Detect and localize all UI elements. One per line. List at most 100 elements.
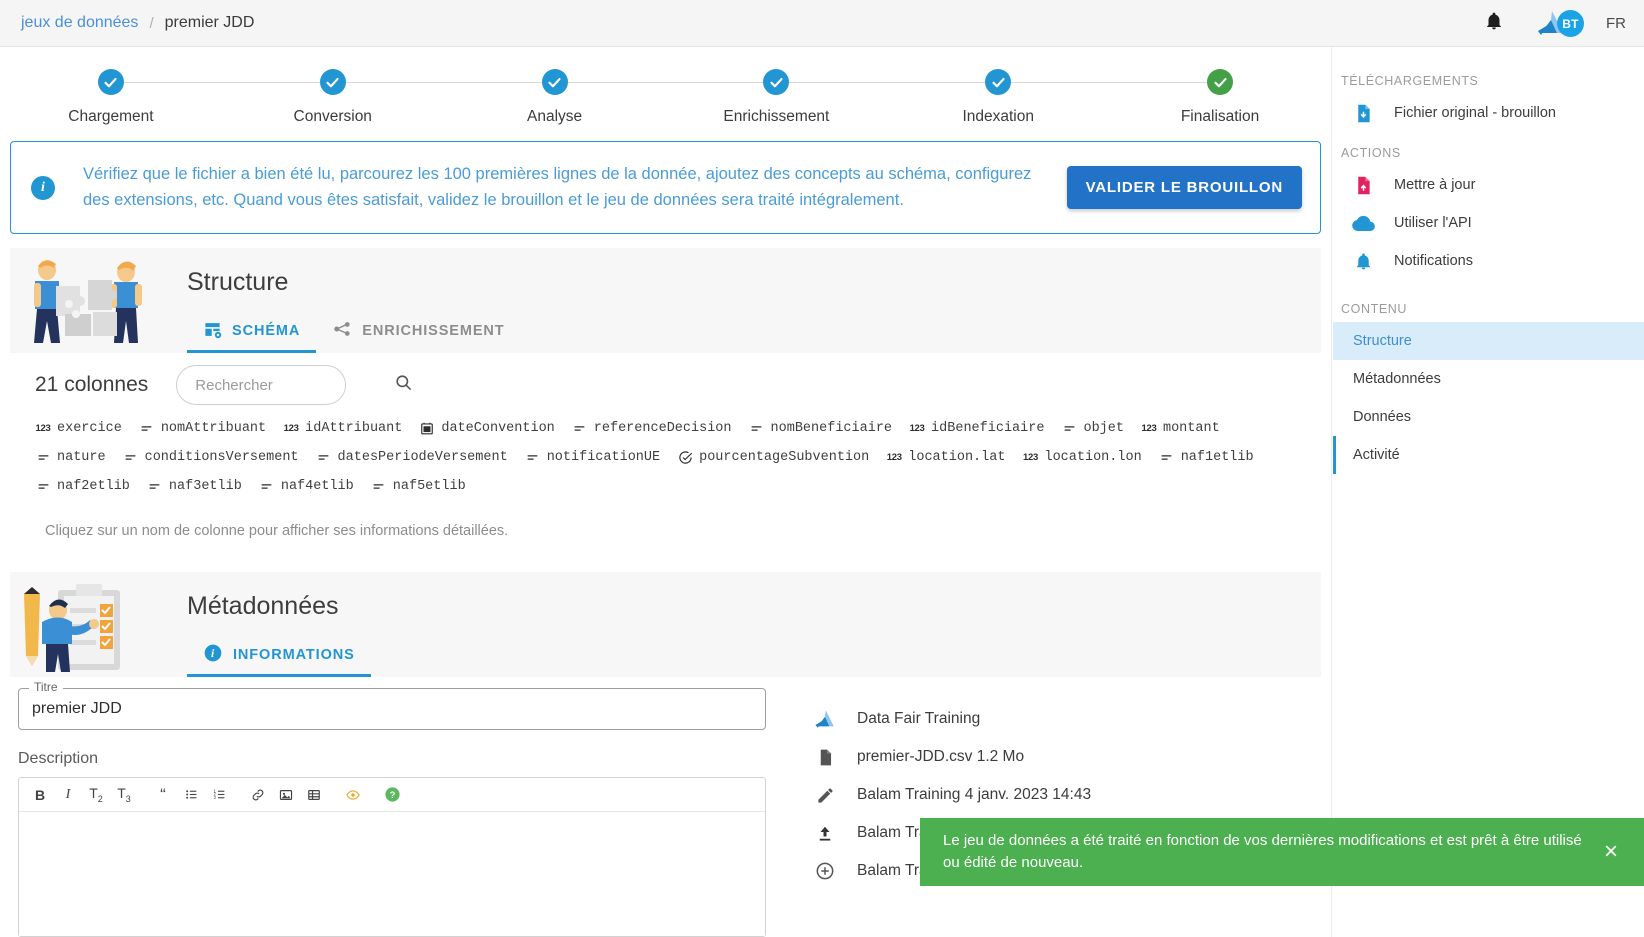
nav-item-donn-es[interactable]: Données [1333, 398, 1644, 436]
step-3[interactable]: Analyse [444, 69, 777, 126]
step-2[interactable]: Conversion [222, 69, 555, 126]
tab-label: INFORMATIONS [233, 647, 355, 663]
tab-label: SCHÉMA [232, 323, 301, 339]
column-chip[interactable]: nomBeneficiaire [749, 417, 892, 439]
step-check-icon [541, 69, 568, 95]
sidebar-item-notifications[interactable]: Notifications [1332, 242, 1644, 280]
editor-bold-button[interactable]: B [27, 782, 53, 808]
bold-icon: B [34, 786, 46, 803]
step-4[interactable]: Enrichissement [665, 69, 999, 126]
editor-preview-button[interactable] [340, 782, 366, 808]
text-type-icon [1161, 454, 1172, 460]
nav-item-structure[interactable]: Structure [1333, 322, 1644, 360]
nav-item-m-tadonn-es[interactable]: Métadonnées [1333, 360, 1644, 398]
top-bar: jeux de données / premier JDD BT FR [0, 0, 1644, 47]
column-name: pourcentageSubvention [699, 449, 870, 465]
step-label: Finalisation [1180, 108, 1260, 125]
column-chip[interactable]: naf4etlib [259, 475, 354, 497]
editor-help-button[interactable]: ? [379, 782, 405, 808]
description-editor: B I T2 T3 “ 1 2 3? [18, 777, 766, 937]
editor-bullet-list-button[interactable] [178, 782, 204, 808]
column-chip[interactable]: objet [1061, 417, 1124, 439]
column-chip[interactable]: referenceDecision [572, 417, 732, 439]
column-name: naf1etlib [1180, 449, 1254, 465]
nav-item-activit-[interactable]: Activité [1333, 436, 1644, 474]
notifications-bell-button[interactable] [1474, 3, 1514, 43]
editor-table-button[interactable] [301, 782, 327, 808]
bell-icon [1348, 251, 1378, 272]
text-type-icon [1064, 425, 1075, 431]
downloads-heading: TÉLÉCHARGEMENTS [1341, 74, 1479, 88]
column-chip[interactable]: naf3etlib [147, 475, 242, 497]
editor-italic-button[interactable]: I [55, 782, 81, 808]
info-text: Data Fair Training [857, 710, 981, 727]
column-chip[interactable]: nature [35, 446, 106, 468]
title-field-label: Titre [29, 680, 63, 694]
metadata-title: Métadonnées [187, 592, 339, 620]
numbered-list-icon: 123 [213, 788, 224, 800]
column-chip[interactable]: 123 location.lon [1022, 446, 1142, 468]
tab-schma[interactable]: SCHÉMA [187, 309, 316, 353]
column-chip[interactable]: 123 montant [1141, 417, 1220, 439]
editor-quote-button[interactable]: “ [150, 782, 176, 808]
column-chip[interactable]: 123 exercice [35, 417, 122, 439]
column-chip[interactable]: conditionsVersement [123, 446, 299, 468]
step-connector [998, 82, 1221, 83]
sidebar-item-mettre-jour[interactable]: Mettre à jour [1332, 166, 1644, 204]
editor-heading-2-button[interactable]: T2 [83, 782, 109, 808]
downloads-list: Fichier original - brouillon [1332, 94, 1644, 132]
breadcrumb-parent-link[interactable]: jeux de données [21, 14, 138, 32]
step-label: Indexation [962, 108, 1034, 125]
column-name: location.lon [1044, 449, 1142, 465]
column-chip[interactable]: 123 idBeneficiaire [909, 417, 1045, 439]
column-chip[interactable]: 123 idAttribuant [283, 417, 403, 439]
column-search-box[interactable] [176, 365, 412, 405]
close-icon[interactable]: × [1594, 835, 1628, 869]
editor-link-button[interactable] [245, 782, 271, 808]
description-label: Description [18, 750, 99, 767]
tab-informations[interactable]: i INFORMATIONS [187, 633, 371, 677]
column-chip[interactable]: naf2etlib [35, 475, 130, 497]
step-6[interactable]: Finalisation [1109, 69, 1331, 126]
editor-heading-3-button[interactable]: T3 [111, 782, 137, 808]
draft-info-alert: i Vérifiez que le fichier a bien été lu,… [10, 141, 1321, 234]
editor-image-button[interactable] [273, 782, 299, 808]
svg-text:i: i [211, 647, 215, 660]
language-selector[interactable]: FR [1606, 15, 1626, 32]
sidebar-item-fichier-original-brouillon[interactable]: Fichier original - brouillon [1332, 94, 1644, 132]
step-check-icon [97, 69, 124, 95]
breadcrumb-current: premier JDD [164, 14, 255, 31]
column-chip[interactable]: datesPeriodeVersement [316, 446, 508, 468]
step-label: Analyse [526, 108, 583, 125]
text-type-icon [150, 483, 160, 489]
column-chip[interactable]: naf5etlib [371, 475, 466, 497]
column-chip[interactable]: pourcentageSubvention [677, 446, 869, 468]
editor-numbered-list-button[interactable]: 123 [206, 782, 232, 808]
info-row: Data Fair Training [808, 700, 1328, 738]
metadata-card-header: Métadonnées i INFORMATIONS [10, 572, 1321, 677]
description-textarea[interactable] [19, 812, 765, 936]
number-type-icon: 123 [909, 422, 925, 434]
heading-3-icon: T3 [117, 785, 131, 804]
columns-toolbar: 21 colonnes [10, 365, 1321, 405]
step-5[interactable]: Indexation [887, 69, 1221, 126]
column-chip[interactable]: notificationUE [525, 446, 660, 468]
column-chip[interactable]: dateConvention [419, 417, 555, 439]
columns-count: 21 colonnes [35, 373, 149, 396]
title-field[interactable]: Titre [18, 680, 766, 730]
column-chip[interactable]: nomAttribuant [139, 417, 266, 439]
column-chip[interactable]: 123 location.lat [886, 446, 1006, 468]
title-input[interactable] [32, 700, 752, 718]
search-input[interactable] [195, 376, 395, 394]
column-chip[interactable]: naf1etlib [1159, 446, 1254, 468]
tab-enrichissement[interactable]: ENRICHISSEMENT [316, 309, 520, 353]
validate-draft-button[interactable]: VALIDER LE BROUILLON [1066, 166, 1302, 209]
sidebar-item-utiliser-l-api[interactable]: Utiliser l'API [1332, 204, 1644, 242]
content-heading: CONTENU [1341, 302, 1408, 316]
breadcrumb-separator: / [149, 14, 154, 32]
user-account-button[interactable]: BT [1536, 3, 1588, 43]
step-1[interactable]: Chargement [0, 69, 333, 126]
column-name: location.lat [908, 449, 1006, 465]
step-connector [776, 82, 999, 83]
text-type-icon [373, 483, 384, 489]
